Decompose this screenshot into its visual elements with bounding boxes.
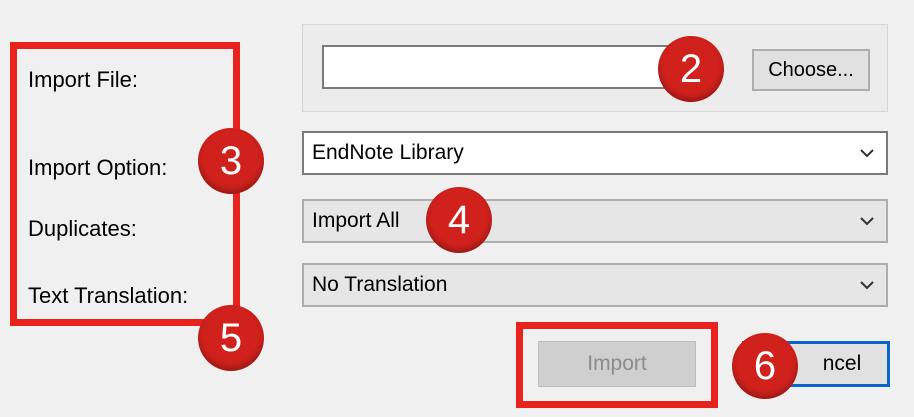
step-badge-4: 4 [426,187,492,253]
import-file-label: Import File: [28,67,139,92]
text-translation-label: Text Translation: [28,283,189,308]
step-badge-3: 3 [198,128,264,194]
import-option-label: Import Option: [28,155,168,180]
duplicates-select[interactable]: Import All [302,199,888,243]
choose-file-button[interactable]: Choose... [752,49,870,91]
import-option-value: EndNote Library [312,141,464,164]
duplicates-label: Duplicates: [28,216,137,241]
step-badge-6: 6 [732,333,798,399]
cancel-button-label: ncel [822,352,862,375]
duplicates-value: Import All [312,209,400,232]
text-translation-value: No Translation [312,273,448,296]
import-option-select[interactable]: EndNote Library [302,131,888,175]
import-button[interactable]: Import [538,341,696,387]
step-badge-5: 5 [198,305,264,371]
import-file-input[interactable] [322,45,688,89]
chevron-down-icon [860,217,874,226]
text-translation-select[interactable]: No Translation [302,263,888,307]
chevron-down-icon [860,149,874,158]
step-badge-2: 2 [658,36,724,102]
chevron-down-icon [860,281,874,290]
